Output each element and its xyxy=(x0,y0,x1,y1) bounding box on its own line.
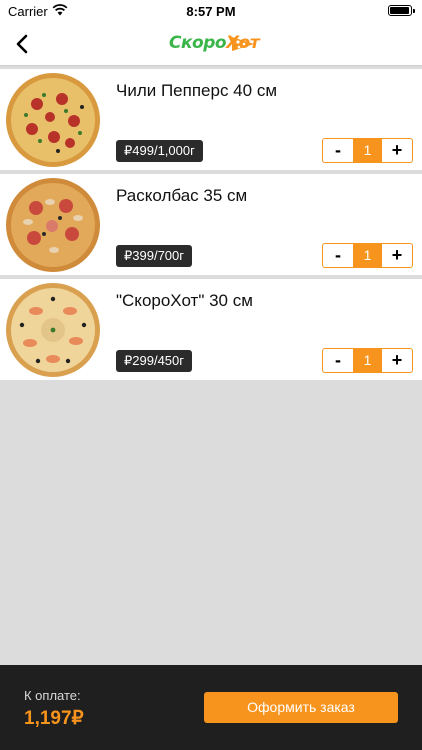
product-name: Чили Пепперс 40 см xyxy=(116,81,278,100)
decrease-button[interactable]: - xyxy=(323,139,353,162)
pizza-image xyxy=(6,283,100,377)
decrease-button[interactable]: - xyxy=(323,244,353,267)
pizza-image xyxy=(6,178,100,272)
cart-product-list: Чили Пепперс 40 см ₽499/1,000г - 1 + Рас… xyxy=(0,66,422,384)
cart-item: "СкороХот" 30 см ₽299/450г - 1 + xyxy=(0,279,422,380)
increase-button[interactable]: + xyxy=(382,244,412,267)
cart-item: Расколбас 35 см ₽399/700г - 1 + xyxy=(0,174,422,275)
status-bar: Carrier 8:57 PM xyxy=(0,0,422,22)
increase-button[interactable]: + xyxy=(382,349,412,372)
battery-icon xyxy=(388,5,415,16)
increase-button[interactable]: + xyxy=(382,139,412,162)
pizza-image xyxy=(6,73,100,167)
logo-text-part1: Скоро xyxy=(169,33,227,53)
price-badge: ₽499/1,000г xyxy=(116,140,203,162)
product-name: "СкороХот" 30 см xyxy=(116,291,253,310)
cart-item: Чили Пепперс 40 см ₽499/1,000г - 1 + xyxy=(0,69,422,170)
quantity-value: 1 xyxy=(353,349,382,372)
price-badge: ₽299/450г xyxy=(116,350,193,372)
pizza-slice-icon xyxy=(232,37,254,51)
price-badge: ₽399/700г xyxy=(116,245,193,267)
brand-logo: СкороХот xyxy=(167,29,260,59)
nav-bar: СкороХот xyxy=(0,22,422,66)
quantity-value: 1 xyxy=(353,244,382,267)
chevron-left-icon xyxy=(16,34,28,54)
checkout-footer: К оплате: 1,197₽ Оформить заказ xyxy=(0,665,422,750)
place-order-button[interactable]: Оформить заказ xyxy=(204,692,398,723)
total-label: К оплате: xyxy=(24,688,81,703)
back-button[interactable] xyxy=(8,28,38,60)
quantity-value: 1 xyxy=(353,139,382,162)
total-amount: 1,197₽ xyxy=(24,708,84,729)
product-name: Расколбас 35 см xyxy=(116,186,248,205)
clock: 8:57 PM xyxy=(186,4,236,19)
decrease-button[interactable]: - xyxy=(323,349,353,372)
quantity-stepper: - 1 + xyxy=(322,138,413,163)
quantity-stepper: - 1 + xyxy=(322,348,413,373)
quantity-stepper: - 1 + xyxy=(322,243,413,268)
